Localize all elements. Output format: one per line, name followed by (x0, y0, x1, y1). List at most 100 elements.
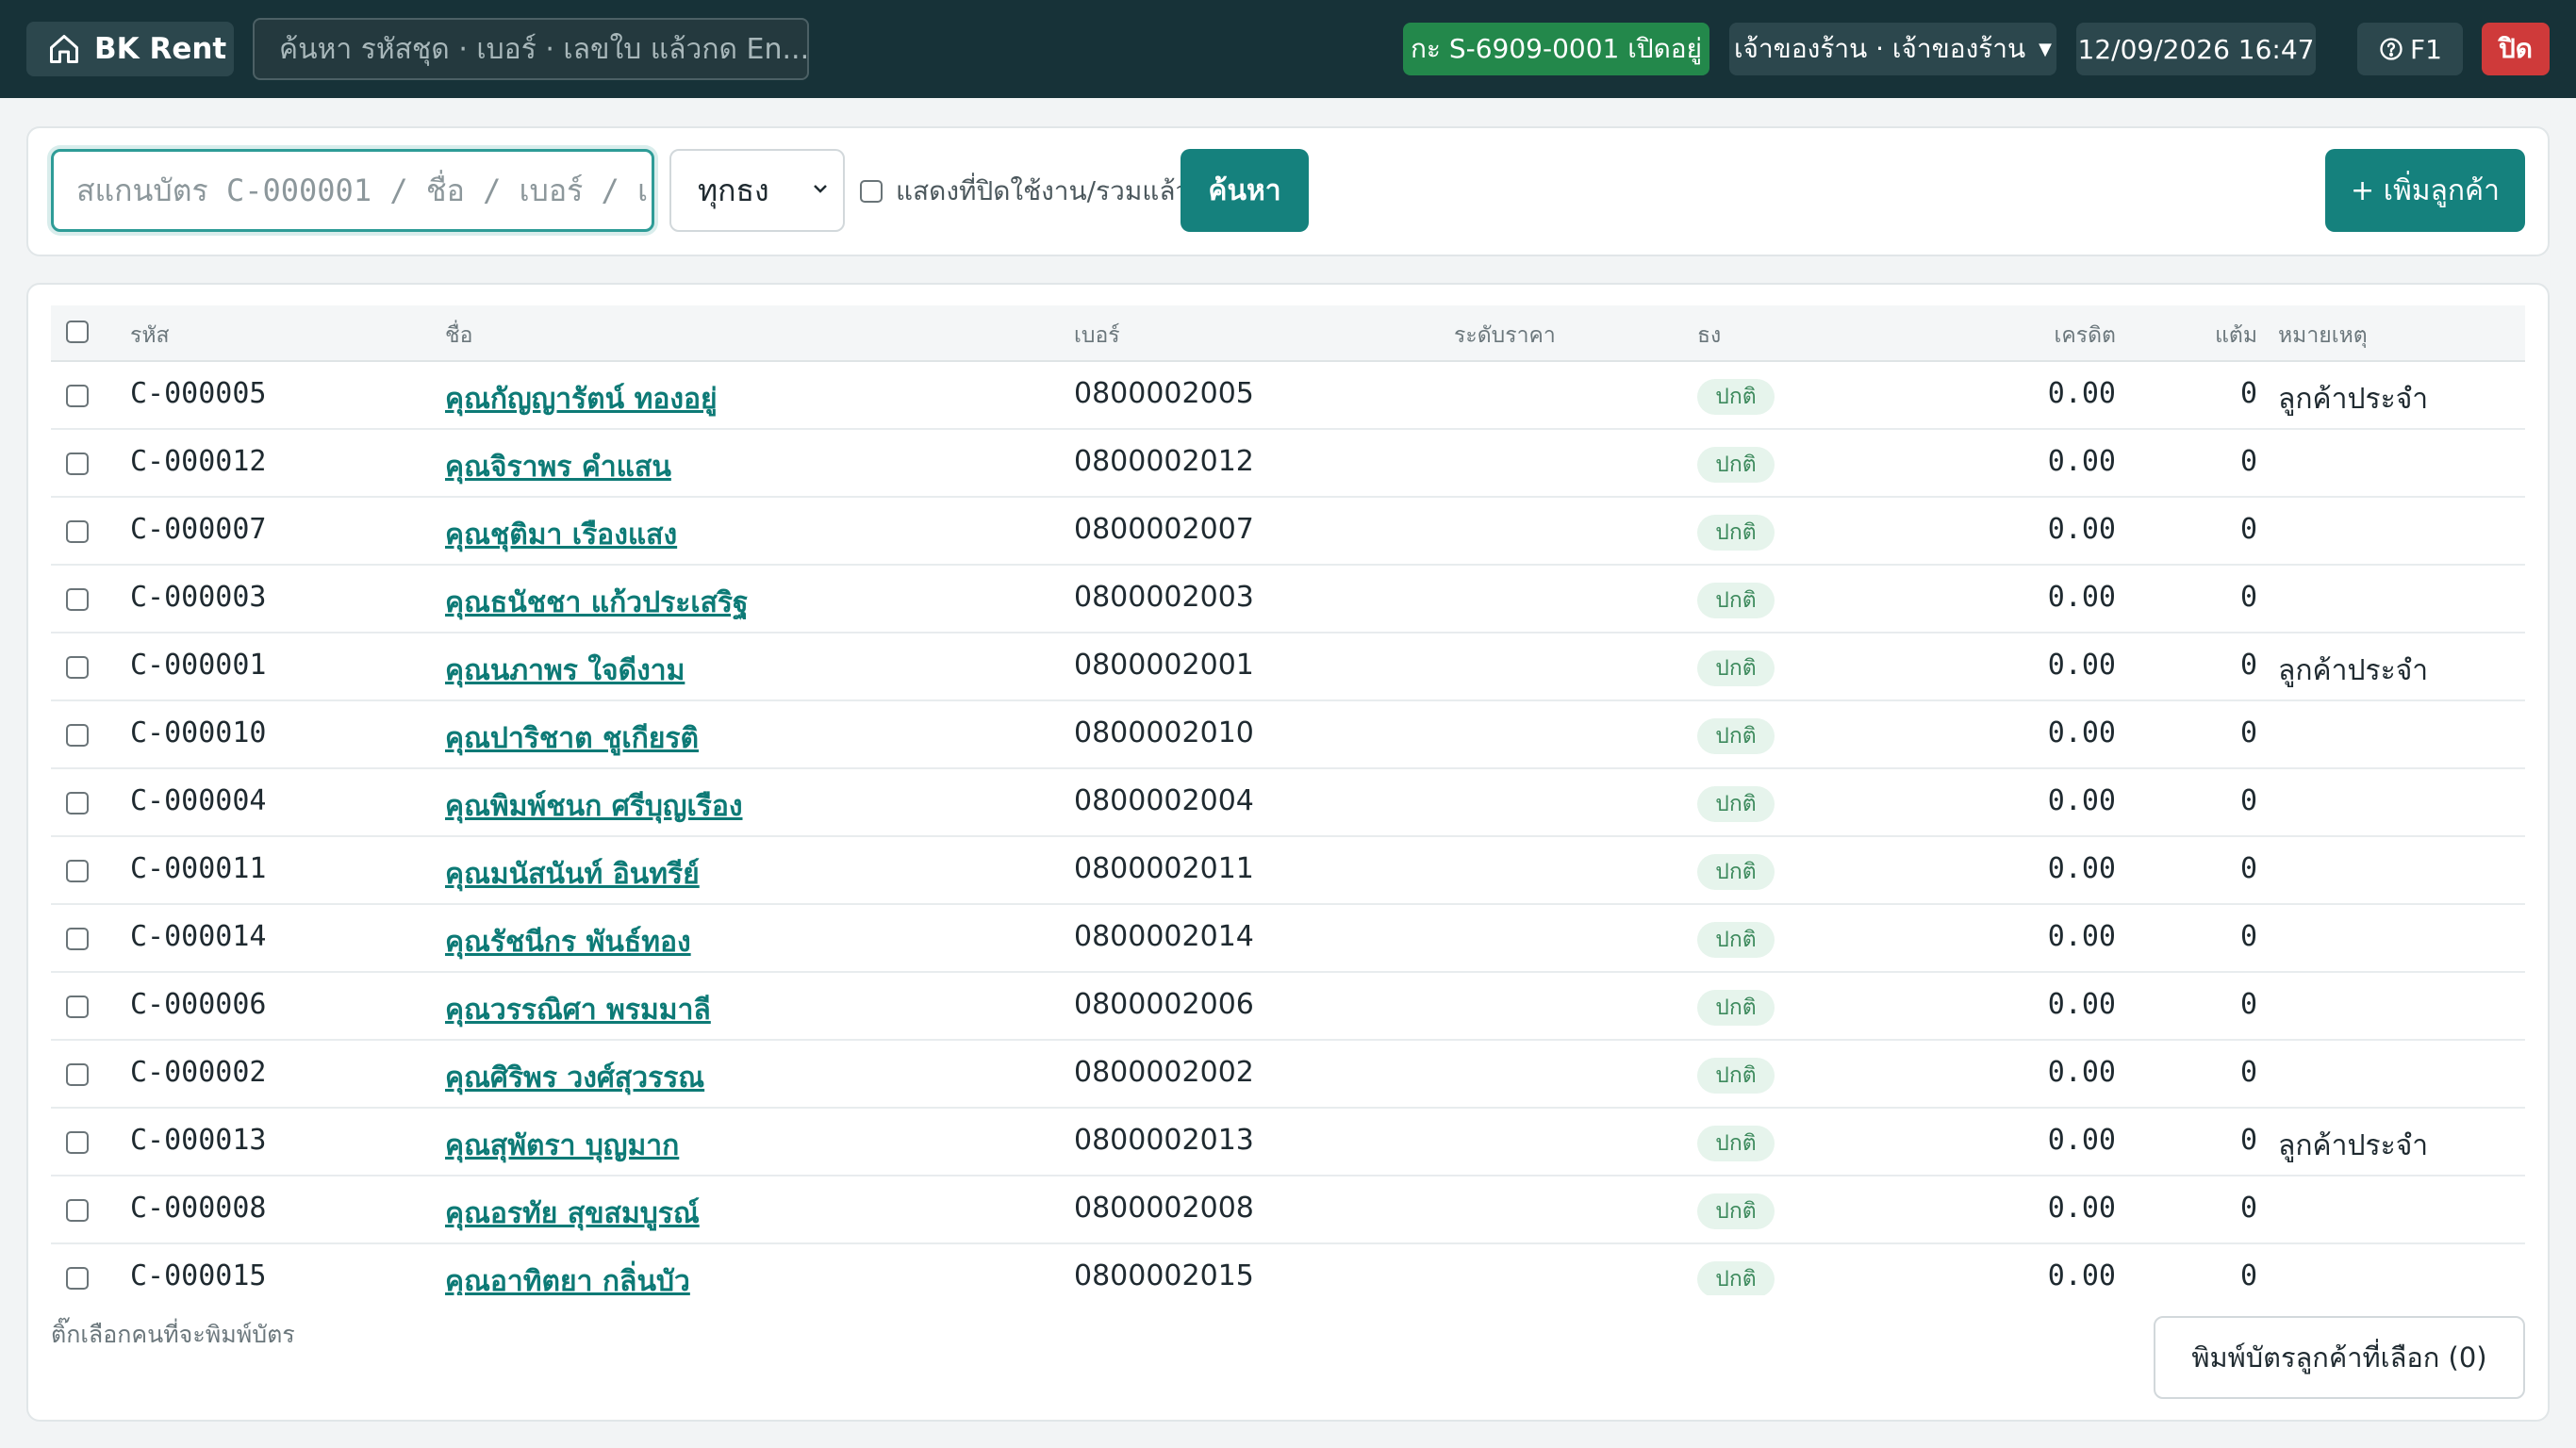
customer-credit: 0.00 (2047, 1192, 2116, 1225)
customer-name-link[interactable]: คุณรัชนีกร พันธ์ทอง (445, 920, 691, 964)
show-closed-toggle[interactable]: แสดงที่ปิดใช้งาน/รวมแล้ว (860, 168, 1190, 215)
row-checkbox[interactable] (66, 860, 89, 882)
row-checkbox[interactable] (66, 520, 89, 543)
table-row[interactable]: C-000003 คุณธนัชชา แก้วประเสริฐ 0800002003… (51, 566, 2525, 634)
row-checkbox[interactable] (66, 1131, 89, 1154)
customer-code: C-000013 (130, 1124, 267, 1157)
customer-name-link[interactable]: คุณพิมพ์ชนก ศรีบุญเรือง (445, 784, 743, 829)
customer-points: 0 (2239, 784, 2257, 817)
customer-phone: 0800002002 (1074, 1056, 1254, 1089)
customer-name-link[interactable]: คุณธนัชชา แก้วประเสริฐ (445, 581, 749, 625)
table-row[interactable]: C-000006 คุณวรรณิศา พรมมาลี 0800002006 ปกติ… (51, 973, 2525, 1041)
flag-filter-select[interactable]: ทุกธง (669, 149, 845, 232)
customer-name-link[interactable]: คุณศิริพร วงศ์สุวรรณ (445, 1056, 704, 1100)
row-checkbox[interactable] (66, 792, 89, 814)
customer-name-link[interactable]: คุณสุพัตรา บุญมาก (445, 1124, 679, 1168)
customer-code: C-000014 (130, 920, 267, 953)
customer-phone: 0800002005 (1074, 377, 1254, 410)
flag-badge: ปกติ (1697, 515, 1775, 551)
customer-code: C-000007 (130, 513, 267, 546)
customer-code: C-000015 (130, 1259, 267, 1292)
customer-name-link[interactable]: คุณนภาพร ใจดีงาม (445, 649, 685, 693)
customer-note: ลูกค้าประจำ (2278, 654, 2429, 687)
row-checkbox[interactable] (66, 1199, 89, 1222)
flag-badge: ปกติ (1697, 379, 1775, 415)
flag-filter-value: ทุกธง (698, 172, 769, 208)
show-closed-checkbox[interactable] (860, 180, 883, 203)
global-search-input[interactable] (253, 18, 809, 80)
col-note[interactable]: หมายเหตุ (2278, 319, 2368, 353)
help-label: F1 (2410, 33, 2442, 65)
search-button[interactable]: ค้นหา (1181, 149, 1309, 232)
select-all-checkbox[interactable] (66, 321, 89, 343)
customer-name-link[interactable]: คุณมนัสนันท์ อินทรีย์ (445, 852, 700, 897)
table-row[interactable]: C-000001 คุณนภาพร ใจดีงาม 0800002001 ปกติ 0.… (51, 634, 2525, 701)
table-row[interactable]: C-000004 คุณพิมพ์ชนก ศรีบุญเรือง 080000200… (51, 769, 2525, 837)
print-selected-cards-button[interactable]: พิมพ์บัตรลูกค้าที่เลือก (0) (2154, 1316, 2525, 1399)
table-row[interactable]: C-000014 คุณรัชนีกร พันธ์ทอง 0800002014 ปกต… (51, 905, 2525, 973)
customer-scan-input[interactable] (51, 149, 654, 232)
row-checkbox[interactable] (66, 656, 89, 679)
flag-badge: ปกติ (1697, 1126, 1775, 1161)
customer-name-link[interactable]: คุณชุติมา เรืองแสง (445, 513, 677, 557)
table-row[interactable]: C-000005 คุณกัญญารัตน์ ทองอยู่ 0800002005 ป… (51, 362, 2525, 430)
row-checkbox[interactable] (66, 1063, 89, 1086)
customer-name-link[interactable]: คุณอรทัย สุขสมบูรณ์ (445, 1192, 700, 1236)
table-row[interactable]: C-000013 คุณสุพัตรา บุญมาก 0800002013 ปกติ 0… (51, 1109, 2525, 1176)
customer-phone: 0800002003 (1074, 581, 1254, 614)
customer-name-link[interactable]: คุณจิราพร คำแสน (445, 445, 671, 489)
customer-points: 0 (2239, 445, 2257, 478)
add-customer-button[interactable]: + เพิ่มลูกค้า (2325, 149, 2525, 232)
customer-phone: 0800002006 (1074, 988, 1254, 1021)
home-button[interactable]: BK Rent (26, 22, 234, 76)
customer-credit: 0.00 (2047, 1259, 2116, 1292)
customer-name-link[interactable]: คุณวรรณิศา พรมมาลี (445, 988, 711, 1032)
table-row[interactable]: C-000015 คุณอาทิตยา กลิ่นบัว 0800002015 ปกต… (51, 1244, 2525, 1295)
col-price-level[interactable]: ระดับราคา (1454, 319, 1556, 353)
shift-status-badge[interactable]: กะ S-6909-0001 เปิดอยู่ (1403, 23, 1709, 75)
row-checkbox[interactable] (66, 588, 89, 611)
customer-code: C-000006 (130, 988, 267, 1021)
customer-points: 0 (2239, 716, 2257, 749)
help-button[interactable]: F1 (2357, 23, 2463, 75)
customer-name-link[interactable]: คุณกัญญารัตน์ ทองอยู่ (445, 377, 718, 421)
customer-points: 0 (2239, 581, 2257, 614)
customer-credit: 0.00 (2047, 1056, 2116, 1089)
home-icon (50, 35, 78, 63)
customer-table: รหัส ชื่อ เบอร์ ระดับราคา ธง เครดิต แต้ม… (51, 305, 2525, 1295)
row-checkbox[interactable] (66, 385, 89, 407)
customer-code: C-000002 (130, 1056, 267, 1089)
user-menu[interactable]: เจ้าของร้าน · เจ้าของร้าน ▼ (1729, 23, 2056, 75)
col-credit[interactable]: เครดิต (1946, 319, 2116, 353)
flag-badge: ปกติ (1697, 854, 1775, 890)
col-points[interactable]: แต้ม (2163, 319, 2257, 353)
table-row[interactable]: C-000008 คุณอรทัย สุขสมบูรณ์ 0800002008 ปกต… (51, 1176, 2525, 1244)
col-name[interactable]: ชื่อ (445, 319, 472, 353)
col-code[interactable]: รหัส (130, 319, 170, 353)
customer-name-link[interactable]: คุณปาริชาต ชูเกียรติ (445, 716, 699, 761)
customer-phone: 0800002008 (1074, 1192, 1254, 1225)
help-circle-icon (2380, 38, 2403, 60)
customer-points: 0 (2239, 513, 2257, 546)
close-button[interactable]: ปิด (2482, 23, 2550, 75)
flag-badge: ปกติ (1697, 718, 1775, 754)
row-checkbox[interactable] (66, 724, 89, 747)
table-row[interactable]: C-000007 คุณชุติมา เรืองแสง 0800002007 ปกติ… (51, 498, 2525, 566)
col-phone[interactable]: เบอร์ (1074, 319, 1120, 353)
row-checkbox[interactable] (66, 1267, 89, 1290)
row-checkbox[interactable] (66, 996, 89, 1018)
top-bar: BK Rent กะ S-6909-0001 เปิดอยู่ เจ้าของร… (0, 0, 2576, 98)
row-checkbox[interactable] (66, 452, 89, 475)
col-flag[interactable]: ธง (1697, 319, 1721, 353)
customer-name-link[interactable]: คุณอาทิตยา กลิ่นบัว (445, 1259, 690, 1295)
table-row[interactable]: C-000010 คุณปาริชาต ชูเกียรติ 0800002010 ปก… (51, 701, 2525, 769)
flag-badge: ปกติ (1697, 1193, 1775, 1229)
table-row[interactable]: C-000002 คุณศิริพร วงศ์สุวรรณ 0800002002 ปก… (51, 1041, 2525, 1109)
table-row[interactable]: C-000011 คุณมนัสนันท์ อินทรีย์ 0800002011 ป… (51, 837, 2525, 905)
customer-points: 0 (2239, 1056, 2257, 1089)
table-row[interactable]: C-000012 คุณจิราพร คำแสน 0800002012 ปกติ 0.0… (51, 430, 2525, 498)
row-checkbox[interactable] (66, 928, 89, 950)
flag-badge: ปกติ (1697, 650, 1775, 686)
flag-badge: ปกติ (1697, 583, 1775, 618)
customer-points: 0 (2239, 1259, 2257, 1292)
